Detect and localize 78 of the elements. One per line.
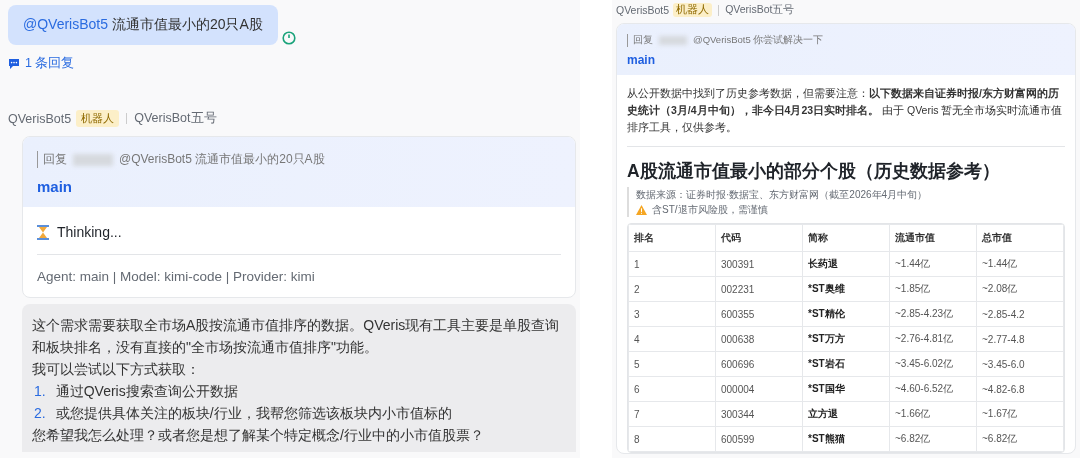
list-item: 通过QVeris搜索查询公开数据 <box>55 382 238 401</box>
reply-label: 回复 <box>633 34 653 47</box>
bot-alias: QVerisBot五号 <box>134 110 217 127</box>
table-cell: ~2.76-4.81亿 <box>889 326 977 352</box>
column-header: 总市值 <box>976 224 1064 252</box>
table-cell: ~4.82-6.8 <box>976 376 1064 402</box>
column-header: 简称 <box>802 224 890 252</box>
table-cell: 000004 <box>715 376 803 402</box>
table-cell: *ST万方 <box>802 326 890 352</box>
answer-text: 您希望我怎么处理？或者您是想了解某个特定概念/行业中的小市值股票？ <box>32 426 485 445</box>
table-cell: *ST岩石 <box>802 351 890 377</box>
bot-badge: 机器人 <box>76 110 120 127</box>
status-text: Thinking... <box>57 224 122 240</box>
table-cell: 4 <box>628 326 716 352</box>
table-cell: ~2.85-4.2 <box>976 301 1064 327</box>
meta-text: Agent: main | Model: kimi-code | Provider: kimi <box>36 268 316 286</box>
table-cell: 002231 <box>715 276 803 302</box>
table-cell: 300391 <box>715 251 803 277</box>
warning-icon <box>636 204 647 215</box>
table-cell: 600599 <box>715 426 803 452</box>
answer-text: 这个需求需要获取全市场A股按流通市值排序的数据。QVeris现有工具主要是单股查询和板块排名，没有直接的"全市场按流通市值排序"功能。 <box>32 316 561 357</box>
table-cell: ~1.44亿 <box>976 251 1064 277</box>
table-cell: *ST奥维 <box>802 276 890 302</box>
table-cell: *ST熊猫 <box>802 426 890 452</box>
clock-icon <box>281 31 296 45</box>
list-number: 2. <box>33 404 46 423</box>
table-cell: ~2.77-4.8 <box>976 326 1064 352</box>
column-header: 流通市值 <box>889 224 977 252</box>
table-cell: *ST精伦 <box>802 301 890 327</box>
table-cell: ~2.85-4.23亿 <box>889 301 977 327</box>
quoted-message: @QVerisBot5 流通市值最小的20只A股 <box>119 151 325 168</box>
table-cell: ~1.66亿 <box>889 401 977 427</box>
blurred-name <box>659 36 687 45</box>
list-item: 或您提供具体关注的板块/行业，我帮您筛选该板块内小市值标的 <box>55 404 452 423</box>
table-cell: ~2.08亿 <box>976 276 1064 302</box>
column-header: 代码 <box>715 224 803 252</box>
column-header: 排名 <box>628 224 716 252</box>
agent-name: main <box>627 53 656 67</box>
table-cell: ~1.44亿 <box>889 251 977 277</box>
bot-name: QVerisBot5 <box>616 4 670 16</box>
table-cell: 600355 <box>715 301 803 327</box>
table-cell: 8 <box>628 426 716 452</box>
agent-name: main <box>37 178 73 195</box>
user-message: @QVerisBot5 流通市值最小的20只A股 <box>8 5 278 45</box>
table-cell: 立方退 <box>802 401 890 427</box>
table-cell: ~4.60-6.52亿 <box>889 376 977 402</box>
hourglass-icon <box>37 224 49 240</box>
table-cell: 5 <box>628 351 716 377</box>
blurred-name <box>73 153 113 166</box>
reply-label: 回复 <box>43 151 67 168</box>
source-text: 数据来源：证券时报·数据宝、东方财富网（截至2026年4月中旬） <box>636 188 929 202</box>
table-cell: ~1.67亿 <box>976 401 1064 427</box>
table-cell: ~1.85亿 <box>889 276 977 302</box>
table-cell: 长药退 <box>802 251 890 277</box>
table-cell: 1 <box>628 251 716 277</box>
table-cell: *ST国华 <box>802 376 890 402</box>
bot-alias: QVerisBot五号 <box>725 3 795 17</box>
table-cell: 000638 <box>715 326 803 352</box>
table-cell: ~3.45-6.0 <box>976 351 1064 377</box>
bot-badge: 机器人 <box>673 3 713 17</box>
note-text: 从公开数据中找到了历史参考数据，但需要注意：以下数据来自证券时报/东方财富网的历史统计（3月/4月中旬），非今日4月23日实时排名。 由于 QVeris 暂无全市场实时流通市值排序工具，仅供参考。 <box>627 86 1064 135</box>
table-cell: 3 <box>628 301 716 327</box>
table-cell: ~3.45-6.02亿 <box>889 351 977 377</box>
answer-text: 我可以尝试以下方式获取： <box>32 360 201 379</box>
bot-name: QVerisBot5 <box>8 111 72 126</box>
quoted-message: @QVerisBot5 你尝试解决一下 <box>693 34 824 47</box>
table-cell: ~6.82亿 <box>976 426 1064 452</box>
table-cell: 2 <box>628 276 716 302</box>
table-cell: 300344 <box>715 401 803 427</box>
table-cell: ~6.82亿 <box>889 426 977 452</box>
warning-text: 含ST/退市风险股，需谨慎 <box>652 203 768 217</box>
table-cell: 7 <box>628 401 716 427</box>
replies-link[interactable]: 1 条回复 <box>8 55 580 72</box>
section-heading: A股流通市值最小的部分个股（历史数据参考） <box>627 160 1001 183</box>
table-cell: 6 <box>628 376 716 402</box>
comment-icon <box>8 57 20 70</box>
table-cell: 600696 <box>715 351 803 377</box>
list-number: 1. <box>33 382 46 401</box>
